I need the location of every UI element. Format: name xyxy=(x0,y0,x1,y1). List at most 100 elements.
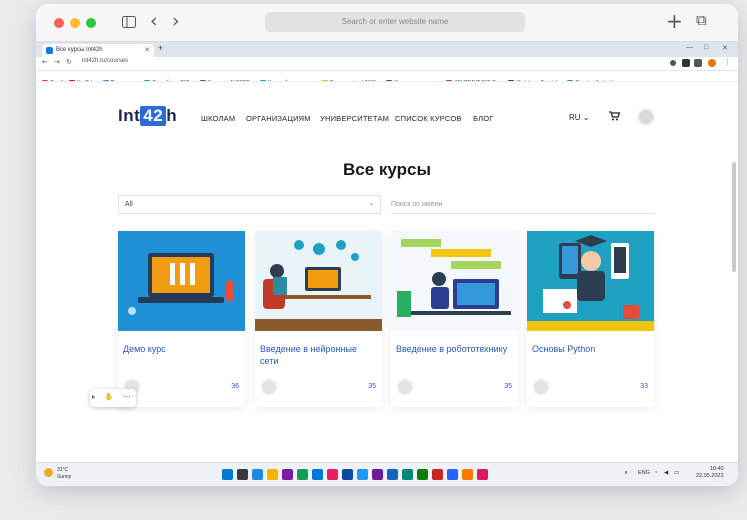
taskbar-app-icon[interactable] xyxy=(342,469,353,480)
logo-text: Int xyxy=(118,106,141,125)
lesson-count: 35 xyxy=(504,383,512,390)
taskbar-app-icon[interactable] xyxy=(462,469,473,480)
taskbar-app-icon[interactable] xyxy=(327,469,338,480)
course-card[interactable]: Основы Python 33 xyxy=(527,231,654,407)
tab-title: Все курсы Int42h xyxy=(56,47,103,53)
taskbar-app-icon[interactable] xyxy=(417,469,428,480)
menu-icon[interactable]: ⋮ xyxy=(724,58,731,66)
filter-value: All xyxy=(125,201,133,208)
web-page: Int 42 h ШКОЛАМ ОРГАНИЗАЦИЯМ УНИВЕРСИТЕТАМ… xyxy=(36,82,738,462)
site-logo[interactable]: Int 42 h xyxy=(118,106,177,126)
nav-blog[interactable]: БЛОГ xyxy=(473,114,494,123)
course-card[interactable]: Введение в робототехнику 35 xyxy=(391,231,518,407)
sidepanel-icon[interactable] xyxy=(694,59,702,67)
taskbar-app-icon[interactable] xyxy=(387,469,398,480)
nav-universities[interactable]: УНИВЕРСИТЕТАМ xyxy=(320,114,389,123)
chevron-down-icon: ⌄ xyxy=(582,113,590,122)
safari-toolbar: ‹ › Search or enter website name + ⧉ xyxy=(36,4,738,42)
close-tab-icon[interactable]: ✕ xyxy=(144,44,150,57)
lesson-count: 35 xyxy=(368,383,376,390)
logo-text: h xyxy=(166,106,178,125)
forward-icon[interactable]: → xyxy=(54,58,60,66)
author-avatar xyxy=(532,378,550,396)
course-card[interactable]: Введение в нейронные сети 35 xyxy=(255,231,382,407)
new-tab-icon[interactable]: + xyxy=(666,9,683,33)
minimize-window-button[interactable] xyxy=(70,18,80,28)
chrome-address-row: ← → ↻ int42h.ru/courses ⋮ xyxy=(36,57,738,71)
taskbar-app-icon[interactable] xyxy=(477,469,488,480)
taskbar-app-icon[interactable] xyxy=(282,469,293,480)
taskbar-app-icon[interactable] xyxy=(252,469,263,480)
page-title: Все курсы xyxy=(342,160,431,179)
course-title[interactable]: Основы Python xyxy=(532,343,647,355)
back-icon[interactable]: ← xyxy=(42,58,48,66)
taskbar-app-icon[interactable] xyxy=(312,469,323,480)
bookmarks-bar: GmailYouTubeПереводчикРазработка ВКБ...Г… xyxy=(36,71,738,82)
extension-icon[interactable] xyxy=(670,60,676,66)
sidebar-icon[interactable] xyxy=(122,13,136,32)
nav-schools[interactable]: ШКОЛАМ xyxy=(201,114,235,123)
nav-organizations[interactable]: ОРГАНИЗАЦИЯМ xyxy=(246,114,311,123)
restore-icon[interactable]: □ xyxy=(704,44,708,51)
clock-date: 22.05.2023 xyxy=(696,473,724,479)
course-title[interactable]: Демо курс xyxy=(123,343,238,355)
taskbar-app-icon[interactable] xyxy=(372,469,383,480)
taskbar-app-icon[interactable] xyxy=(267,469,278,480)
new-tab-button[interactable]: + xyxy=(158,43,163,53)
chevron-down-icon: ⌄ xyxy=(368,201,374,207)
course-image-laptop-tools xyxy=(118,231,245,331)
language-selector[interactable]: RU ⌄ xyxy=(569,113,590,122)
author-avatar xyxy=(260,378,278,396)
tray-chevron-icon[interactable]: ∧ xyxy=(624,470,628,476)
taskbar-app-icon[interactable] xyxy=(402,469,413,480)
search-input[interactable]: Поиск по имени xyxy=(391,195,655,214)
taskbar-app-icon[interactable] xyxy=(222,469,233,480)
author-avatar xyxy=(396,378,414,396)
scrollbar[interactable] xyxy=(732,162,736,272)
zoom-window-button[interactable] xyxy=(86,18,96,28)
windows-taskbar: 31°C Sunny ∧ ENG ◔ ◀ ▭ 10:40 22.05.2023 xyxy=(36,462,738,486)
course-image-python xyxy=(527,231,654,331)
wifi-icon[interactable]: ◔ xyxy=(654,470,657,476)
back-icon[interactable]: ‹ xyxy=(150,10,158,32)
lesson-count: 36 xyxy=(231,383,239,390)
language-label: RU xyxy=(569,113,581,122)
reload-icon[interactable]: ↻ xyxy=(66,58,72,66)
weather-widget[interactable]: 31°C Sunny xyxy=(44,467,71,481)
profile-avatar[interactable] xyxy=(708,59,716,67)
weather-desc: Sunny xyxy=(57,474,72,480)
taskbar-app-icon[interactable] xyxy=(432,469,443,480)
tab-courses[interactable]: Все курсы Int42h ✕ xyxy=(42,44,154,57)
course-title[interactable]: Введение в нейронные сети xyxy=(260,343,375,367)
minimize-icon[interactable]: — xyxy=(686,44,693,51)
course-title[interactable]: Введение в робототехнику xyxy=(396,343,511,355)
nav-course-list[interactable]: СПИСОК КУРСОВ xyxy=(395,114,462,123)
taskbar-app-icon[interactable] xyxy=(447,469,458,480)
volume-icon[interactable]: ◀ xyxy=(664,470,668,476)
screen-recorder-toolbar[interactable]: ⏸ ✋ ⋯ xyxy=(90,389,136,407)
browser-window: ‹ › Search or enter website name + ⧉ Все… xyxy=(36,4,738,486)
close-window-button[interactable] xyxy=(54,18,64,28)
safari-address-bar[interactable]: Search or enter website name xyxy=(265,12,525,32)
taskbar-app-icon[interactable] xyxy=(357,469,368,480)
course-image-neural-networks xyxy=(255,231,382,331)
tray-lang[interactable]: ENG xyxy=(638,470,650,476)
close-icon[interactable]: ✕ xyxy=(722,44,728,52)
taskbar-app-icon[interactable] xyxy=(237,469,248,480)
tabs-overview-icon[interactable]: ⧉ xyxy=(696,11,707,29)
course-image-robotics xyxy=(391,231,518,331)
url-field[interactable]: int42h.ru/courses xyxy=(82,58,128,64)
taskbar-app-icon[interactable] xyxy=(297,469,308,480)
weather-temp: 31°C xyxy=(57,467,69,473)
forward-icon[interactable]: › xyxy=(172,10,180,32)
course-card[interactable]: Демо курс 36 xyxy=(118,231,245,407)
clock-time: 10:40 xyxy=(709,466,724,472)
extension-icon[interactable] xyxy=(682,59,690,67)
favicon-icon xyxy=(46,47,53,54)
category-filter-select[interactable]: All ⌄ xyxy=(118,195,381,214)
cart-icon[interactable] xyxy=(609,111,621,124)
user-avatar[interactable] xyxy=(637,108,655,126)
clock[interactable]: 10:40 22.05.2023 xyxy=(696,466,724,480)
battery-icon[interactable]: ▭ xyxy=(674,470,679,476)
sun-icon xyxy=(44,468,53,477)
